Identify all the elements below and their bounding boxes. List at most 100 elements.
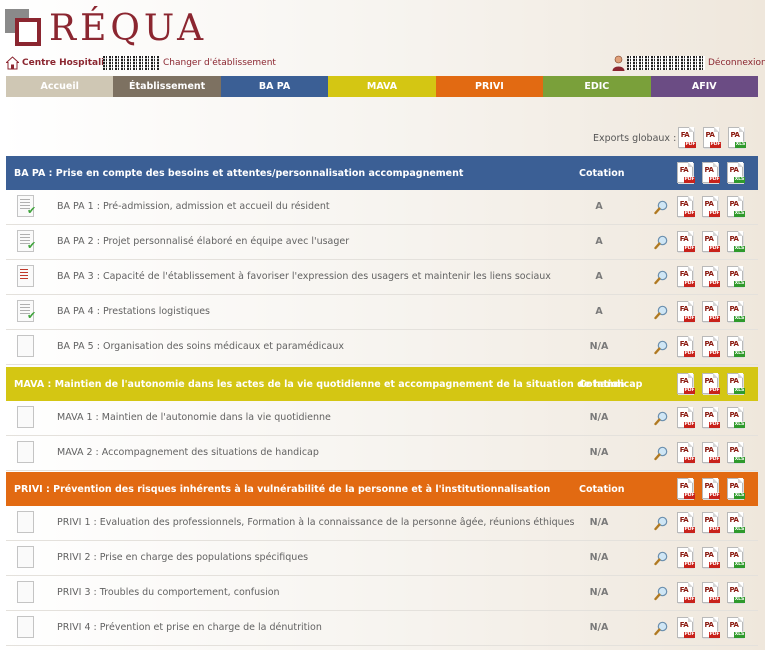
blank-document-icon[interactable] xyxy=(17,546,37,570)
tab-accueil[interactable]: Accueil xyxy=(6,76,114,97)
section-export-pa-xls-icon[interactable]: PA XLS xyxy=(725,372,745,396)
criterion-export-pa-pdf-icon[interactable]: PA PDF xyxy=(700,616,720,640)
magnifier-icon[interactable] xyxy=(654,586,668,601)
blank-document-icon[interactable] xyxy=(17,335,37,359)
blank-document-icon[interactable] xyxy=(17,616,37,640)
section-export-pa-pdf-icon[interactable]: PA PDF xyxy=(700,477,720,501)
magnifier-icon[interactable] xyxy=(654,235,668,250)
criterion-export-pa-pdf-icon[interactable]: PA PDF xyxy=(700,441,720,465)
criterion-label[interactable]: BA PA 5 : Organisation des soins médicau… xyxy=(57,341,344,352)
section-export-fa-pdf-icon[interactable]: FA PDF xyxy=(675,372,695,396)
criterion-export-pa-xls-icon[interactable]: PA XLS xyxy=(725,581,745,605)
tab-afiv[interactable]: AFIV xyxy=(650,76,758,97)
criterion-label[interactable]: MAVA 2 : Accompagnement des situations d… xyxy=(57,447,319,458)
criterion-export-fa-pdf-icon[interactable]: FA PDF xyxy=(675,616,695,640)
criterion-export-pa-xls-icon[interactable]: PA XLS xyxy=(725,406,745,430)
criterion-row[interactable]: ✔ BA PA 1 : Pré-admission, admission et … xyxy=(6,190,758,225)
criterion-export-fa-pdf-icon[interactable]: FA PDF xyxy=(675,230,695,254)
criterion-label[interactable]: PRIVI 1 : Evaluation des professionnels,… xyxy=(57,517,575,528)
criterion-label[interactable]: BA PA 3 : Capacité de l'établissement à … xyxy=(57,271,551,282)
section-export-pa-pdf-icon[interactable]: PA PDF xyxy=(700,372,720,396)
criterion-label[interactable]: MAVA 1 : Maintien de l'autonomie dans la… xyxy=(57,412,331,423)
criterion-export-pa-pdf-icon[interactable]: PA PDF xyxy=(700,195,720,219)
criterion-row[interactable]: ✔ BA PA 4 : Prestations logistiques A FA… xyxy=(6,295,758,330)
magnifier-icon[interactable] xyxy=(654,516,668,531)
blank-document-icon[interactable] xyxy=(17,581,37,605)
criterion-export-pa-pdf-icon[interactable]: PA PDF xyxy=(700,300,720,324)
criterion-row[interactable]: BA PA 3 : Capacité de l'établissement à … xyxy=(6,260,758,295)
magnifier-icon[interactable] xyxy=(654,411,668,426)
logout-link[interactable]: Déconnexion xyxy=(708,58,765,68)
criterion-export-pa-xls-icon[interactable]: PA XLS xyxy=(725,230,745,254)
criterion-label[interactable]: PRIVI 3 : Troubles du comportement, conf… xyxy=(57,587,280,598)
change-establishment-link[interactable]: Changer d'établissement xyxy=(163,58,276,68)
criterion-export-fa-pdf-icon[interactable]: FA PDF xyxy=(675,335,695,359)
tab-mava[interactable]: MAVA xyxy=(328,76,436,97)
section-export-pa-xls-icon[interactable]: PA XLS xyxy=(725,161,745,185)
criterion-export-pa-xls-icon[interactable]: PA XLS xyxy=(725,511,745,535)
criterion-export-fa-pdf-icon[interactable]: FA PDF xyxy=(675,300,695,324)
criterion-export-fa-pdf-icon[interactable]: FA PDF xyxy=(675,195,695,219)
criterion-export-fa-pdf-icon[interactable]: FA PDF xyxy=(675,511,695,535)
tab-privi[interactable]: PRIVI xyxy=(435,76,544,97)
criterion-export-pa-pdf-icon[interactable]: PA PDF xyxy=(700,265,720,289)
criterion-export-fa-pdf-icon[interactable]: FA PDF xyxy=(675,265,695,289)
criterion-export-fa-pdf-icon[interactable]: FA PDF xyxy=(675,546,695,570)
criterion-export-pa-xls-icon[interactable]: PA XLS xyxy=(725,335,745,359)
criterion-export-pa-pdf-icon[interactable]: PA PDF xyxy=(700,581,720,605)
criterion-row[interactable]: ✔ BA PA 2 : Projet personnalisé élaboré … xyxy=(6,225,758,260)
criterion-row[interactable]: MAVA 2 : Accompagnement des situations d… xyxy=(6,436,758,471)
criterion-export-pa-xls-icon[interactable]: PA XLS xyxy=(725,441,745,465)
tab-edic[interactable]: EDIC xyxy=(543,76,651,97)
tab-etablissement[interactable]: Établissement xyxy=(113,76,221,97)
magnifier-icon[interactable] xyxy=(654,305,668,320)
criterion-export-fa-pdf-icon[interactable]: FA PDF xyxy=(675,441,695,465)
in-progress-document-icon[interactable] xyxy=(17,265,37,289)
criterion-label[interactable]: BA PA 4 : Prestations logistiques xyxy=(57,306,210,317)
magnifier-icon[interactable] xyxy=(654,446,668,461)
criterion-export-pa-pdf-icon[interactable]: PA PDF xyxy=(700,335,720,359)
criterion-export-pa-pdf-icon[interactable]: PA PDF xyxy=(700,546,720,570)
criterion-export-pa-xls-icon[interactable]: PA XLS xyxy=(725,616,745,640)
section-export-fa-pdf-icon[interactable]: FA PDF xyxy=(675,477,695,501)
criterion-export-pa-pdf-icon[interactable]: PA PDF xyxy=(700,511,720,535)
criterion-label[interactable]: BA PA 1 : Pré-admission, admission et ac… xyxy=(57,201,330,212)
blank-document-icon[interactable] xyxy=(17,406,37,430)
criterion-row[interactable]: PRIVI 2 : Prise en charge des population… xyxy=(6,541,758,576)
export-fa-pdf-icon[interactable]: FA PDF xyxy=(676,126,696,150)
section-export-pa-xls-icon[interactable]: PA XLS xyxy=(725,477,745,501)
criterion-row[interactable]: MAVA 1 : Maintien de l'autonomie dans la… xyxy=(6,401,758,436)
criterion-label[interactable]: PRIVI 4 : Prévention et prise en charge … xyxy=(57,622,322,633)
section-export-fa-pdf-icon[interactable]: FA PDF xyxy=(675,161,695,185)
magnifier-icon[interactable] xyxy=(654,340,668,355)
magnifier-icon[interactable] xyxy=(654,621,668,636)
section-export-pa-pdf-icon[interactable]: PA PDF xyxy=(700,161,720,185)
criterion-export-pa-xls-icon[interactable]: PA XLS xyxy=(725,265,745,289)
criterion-row[interactable]: PRIVI 3 : Troubles du comportement, conf… xyxy=(6,576,758,611)
blank-document-icon[interactable] xyxy=(17,511,37,535)
criterion-export-pa-xls-icon[interactable]: PA XLS xyxy=(725,195,745,219)
criterion-export-pa-xls-icon[interactable]: PA XLS xyxy=(725,546,745,570)
cotation-value: N/A xyxy=(589,622,609,633)
criterion-label[interactable]: BA PA 2 : Projet personnalisé élaboré en… xyxy=(57,236,349,247)
blank-document-icon[interactable] xyxy=(17,441,37,465)
criterion-export-pa-xls-icon[interactable]: PA XLS xyxy=(725,300,745,324)
criterion-label[interactable]: PRIVI 2 : Prise en charge des population… xyxy=(57,552,308,563)
checked-document-icon[interactable]: ✔ xyxy=(17,230,37,254)
tab-ba-pa[interactable]: BA PA xyxy=(220,76,329,97)
cotation-header: Cotation xyxy=(579,379,625,390)
criterion-export-fa-pdf-icon[interactable]: FA PDF xyxy=(675,581,695,605)
checked-document-icon[interactable]: ✔ xyxy=(17,195,37,219)
criterion-row[interactable]: PRIVI 4 : Prévention et prise en charge … xyxy=(6,611,758,646)
magnifier-icon[interactable] xyxy=(654,551,668,566)
criterion-row[interactable]: BA PA 5 : Organisation des soins médicau… xyxy=(6,330,758,365)
criterion-export-fa-pdf-icon[interactable]: FA PDF xyxy=(675,406,695,430)
criterion-export-pa-pdf-icon[interactable]: PA PDF xyxy=(700,230,720,254)
export-pa-pdf-icon[interactable]: PA PDF xyxy=(701,126,721,150)
criterion-row[interactable]: PRIVI 1 : Evaluation des professionnels,… xyxy=(6,506,758,541)
magnifier-icon[interactable] xyxy=(654,270,668,285)
magnifier-icon[interactable] xyxy=(654,200,668,215)
checked-document-icon[interactable]: ✔ xyxy=(17,300,37,324)
criterion-export-pa-pdf-icon[interactable]: PA PDF xyxy=(700,406,720,430)
export-pa-xls-icon[interactable]: PA XLS xyxy=(726,126,746,150)
